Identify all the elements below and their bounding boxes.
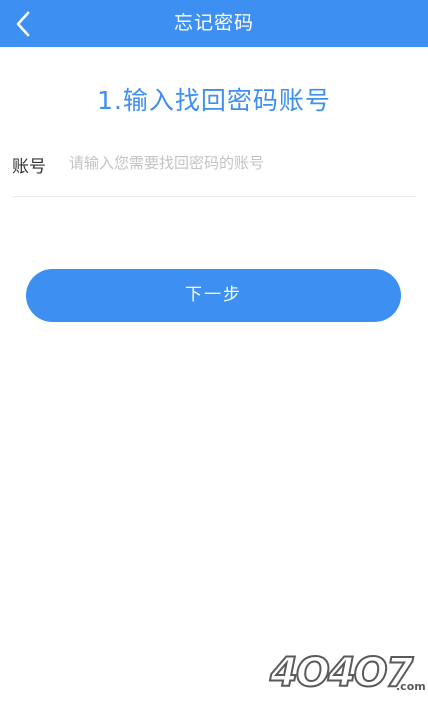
top-nav-bar: 忘记密码 [0, 0, 428, 47]
account-input[interactable] [69, 149, 409, 177]
page-title: 忘记密码 [173, 12, 254, 34]
account-label: 账号 [12, 157, 46, 177]
watermark-logo: 4O4O7 .com [268, 649, 426, 694]
step-title: 1.输入找回密码账号 [97, 86, 331, 115]
forgot-password-screen: 忘记密码 1.输入找回密码账号 账号 下一步 4O4O7 .com [0, 0, 428, 702]
svg-text:.com: .com [396, 680, 426, 693]
next-step-button[interactable]: 下一步 [26, 269, 401, 322]
account-field-row: 账号 [12, 138, 416, 197]
svg-text:4O4O7: 4O4O7 [269, 650, 414, 694]
